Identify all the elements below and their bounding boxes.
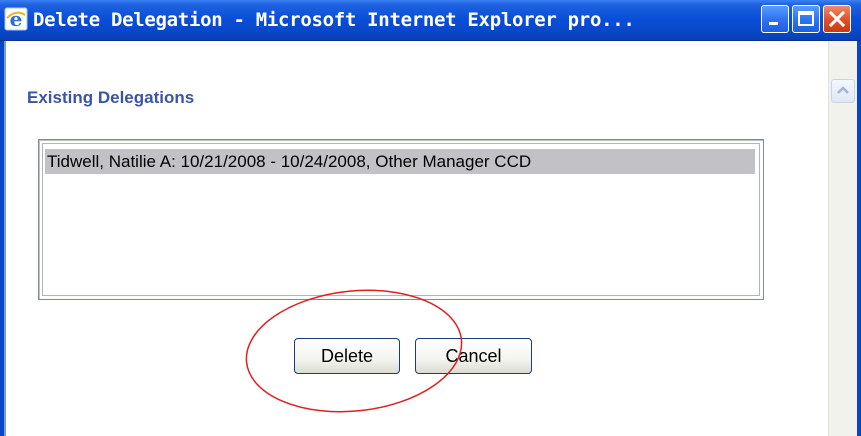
- minimize-button[interactable]: [761, 5, 789, 33]
- minimize-icon: [769, 22, 778, 25]
- internet-explorer-icon: e: [4, 7, 28, 31]
- maximize-icon: [798, 11, 814, 26]
- listbox-inner: Tidwell, Natilie A: 10/21/2008 - 10/24/2…: [42, 143, 760, 296]
- close-icon: [828, 10, 846, 28]
- window-frame-right: [857, 41, 861, 436]
- ie-popup-window: e Delete Delegation - Microsoft Internet…: [0, 0, 861, 436]
- maximize-button[interactable]: [792, 5, 820, 33]
- cancel-button[interactable]: Cancel: [415, 338, 532, 374]
- delegation-list-item[interactable]: Tidwell, Natilie A: 10/21/2008 - 10/24/2…: [45, 149, 755, 174]
- chevron-up-icon: [837, 86, 849, 94]
- svg-text:e: e: [10, 7, 23, 31]
- page-heading: Existing Delegations: [27, 88, 195, 107]
- vertical-scrollbar[interactable]: [828, 41, 857, 436]
- window-title: Delete Delegation - Microsoft Internet E…: [33, 9, 635, 31]
- delete-button[interactable]: Delete: [294, 338, 400, 374]
- scroll-up-button[interactable]: [831, 79, 855, 103]
- close-button[interactable]: [823, 5, 851, 33]
- delegations-listbox[interactable]: Tidwell, Natilie A: 10/21/2008 - 10/24/2…: [38, 139, 764, 300]
- title-bar[interactable]: e Delete Delegation - Microsoft Internet…: [0, 0, 861, 41]
